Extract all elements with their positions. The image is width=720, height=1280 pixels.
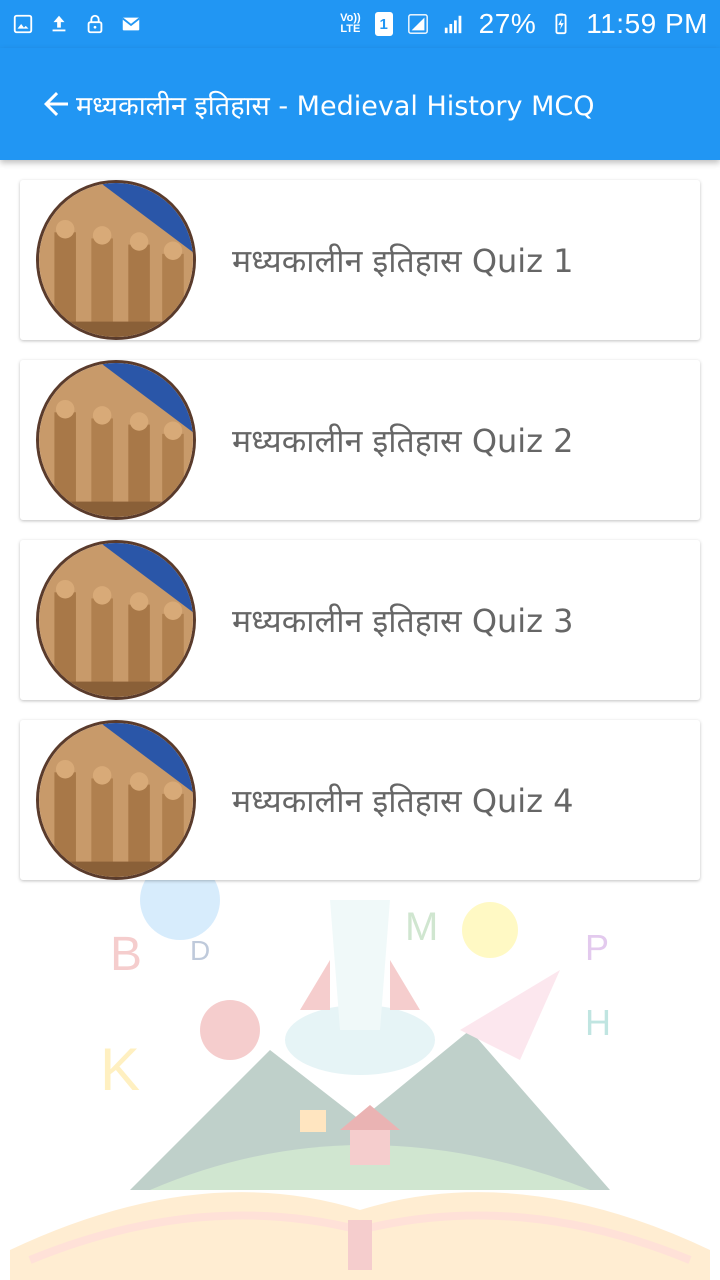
signal-sim1-icon bbox=[407, 13, 429, 35]
volte-indicator: Vo)) LTE bbox=[340, 13, 361, 35]
status-left bbox=[12, 13, 142, 35]
mail-icon bbox=[120, 13, 142, 35]
quiz-thumbnail bbox=[36, 360, 196, 520]
app-bar: मध्यकालीन इतिहास - Medieval History MCQ bbox=[0, 48, 720, 160]
svg-text:D: D bbox=[190, 935, 210, 966]
upload-icon bbox=[48, 13, 70, 35]
quiz-thumbnail bbox=[36, 720, 196, 880]
quiz-title: मध्यकालीन इतिहास Quiz 3 bbox=[232, 601, 574, 640]
clock: 11:59 PM bbox=[586, 8, 708, 39]
lte-label: LTE bbox=[340, 23, 361, 35]
quiz-list-item[interactable]: मध्यकालीन इतिहास Quiz 1 bbox=[20, 180, 700, 340]
svg-text:P: P bbox=[585, 927, 609, 968]
quiz-title: मध्यकालीन इतिहास Quiz 4 bbox=[232, 781, 574, 820]
quiz-thumbnail bbox=[36, 180, 196, 340]
quiz-title: मध्यकालीन इतिहास Quiz 1 bbox=[232, 241, 574, 280]
svg-text:H: H bbox=[585, 1002, 611, 1043]
back-arrow-icon[interactable] bbox=[36, 84, 76, 124]
gallery-icon bbox=[12, 13, 34, 35]
status-bar: Vo)) LTE 1 27% 11:59 PM bbox=[0, 0, 720, 48]
status-right: Vo)) LTE 1 27% 11:59 PM bbox=[340, 8, 708, 40]
quiz-title: मध्यकालीन इतिहास Quiz 2 bbox=[232, 421, 574, 460]
sim-indicator: 1 bbox=[374, 12, 393, 36]
lock-icon bbox=[84, 13, 106, 35]
battery-percent: 27% bbox=[478, 8, 537, 39]
quiz-list-item[interactable]: मध्यकालीन इतिहास Quiz 3 bbox=[20, 540, 700, 700]
quiz-thumbnail bbox=[36, 540, 196, 700]
svg-text:B: B bbox=[110, 928, 142, 981]
svg-text:K: K bbox=[100, 1036, 140, 1103]
quiz-list-item[interactable]: मध्यकालीन इतिहास Quiz 2 bbox=[20, 360, 700, 520]
battery-charging-icon bbox=[550, 13, 572, 35]
svg-text:M: M bbox=[405, 905, 438, 949]
background-illustration: B D M P H K bbox=[0, 860, 720, 1280]
signal-icon bbox=[443, 13, 465, 35]
quiz-list-item[interactable]: मध्यकालीन इतिहास Quiz 4 bbox=[20, 720, 700, 880]
page-title: मध्यकालीन इतिहास - Medieval History MCQ bbox=[76, 90, 595, 122]
quiz-list: मध्यकालीन इतिहास Quiz 1 मध्यकालीन इतिहास… bbox=[20, 180, 700, 900]
